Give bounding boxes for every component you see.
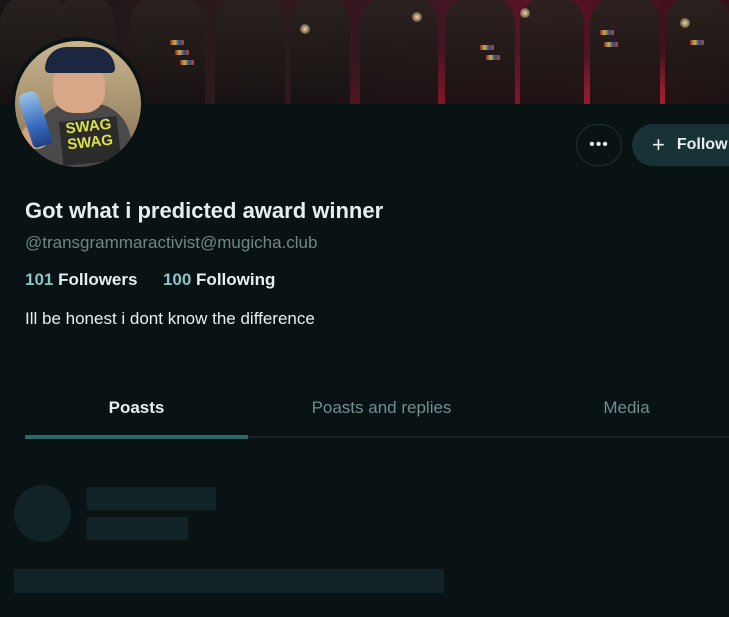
follow-button-label: Follow [676, 136, 728, 153]
follow-button[interactable]: + Follow [632, 124, 729, 166]
followers-label: Followers [58, 270, 138, 289]
user-handle: @transgrammaractivist@mugicha.club [25, 233, 318, 252]
active-tab-indicator [25, 435, 248, 439]
skeleton-avatar [14, 485, 71, 542]
more-options-button[interactable]: ••• [576, 124, 622, 166]
following-link[interactable]: 100 Following [163, 270, 275, 289]
plus-icon: + [652, 132, 665, 157]
avatar-image: SWAG SWAG [15, 41, 141, 167]
tab-media[interactable]: Media [515, 380, 729, 436]
more-horizontal-icon: ••• [589, 136, 609, 153]
profile-stats: 101 Followers 100 Following [25, 270, 275, 290]
profile-bio: Ill be honest i dont know the difference [25, 309, 315, 328]
followers-link[interactable]: 101 Followers [25, 270, 142, 289]
skeleton-handle-line [87, 517, 188, 540]
tab-poasts[interactable]: Poasts [25, 380, 248, 436]
tab-divider [248, 436, 729, 438]
profile-tabs: Poasts Poasts and replies Media [25, 380, 729, 440]
tab-poasts-and-replies[interactable]: Poasts and replies [248, 380, 515, 436]
skeleton-name-line [87, 487, 216, 510]
profile-page: SWAG SWAG ••• + Follow Got what i predic… [0, 0, 729, 617]
following-label: Following [196, 270, 276, 289]
followers-count: 101 [25, 270, 54, 289]
avatar-shirt-text: SWAG SWAG [58, 116, 122, 166]
avatar[interactable]: SWAG SWAG [11, 37, 145, 171]
following-count: 100 [162, 270, 192, 289]
display-name: Got what i predicted award winner [25, 198, 384, 223]
skeleton-content-line [14, 569, 444, 593]
